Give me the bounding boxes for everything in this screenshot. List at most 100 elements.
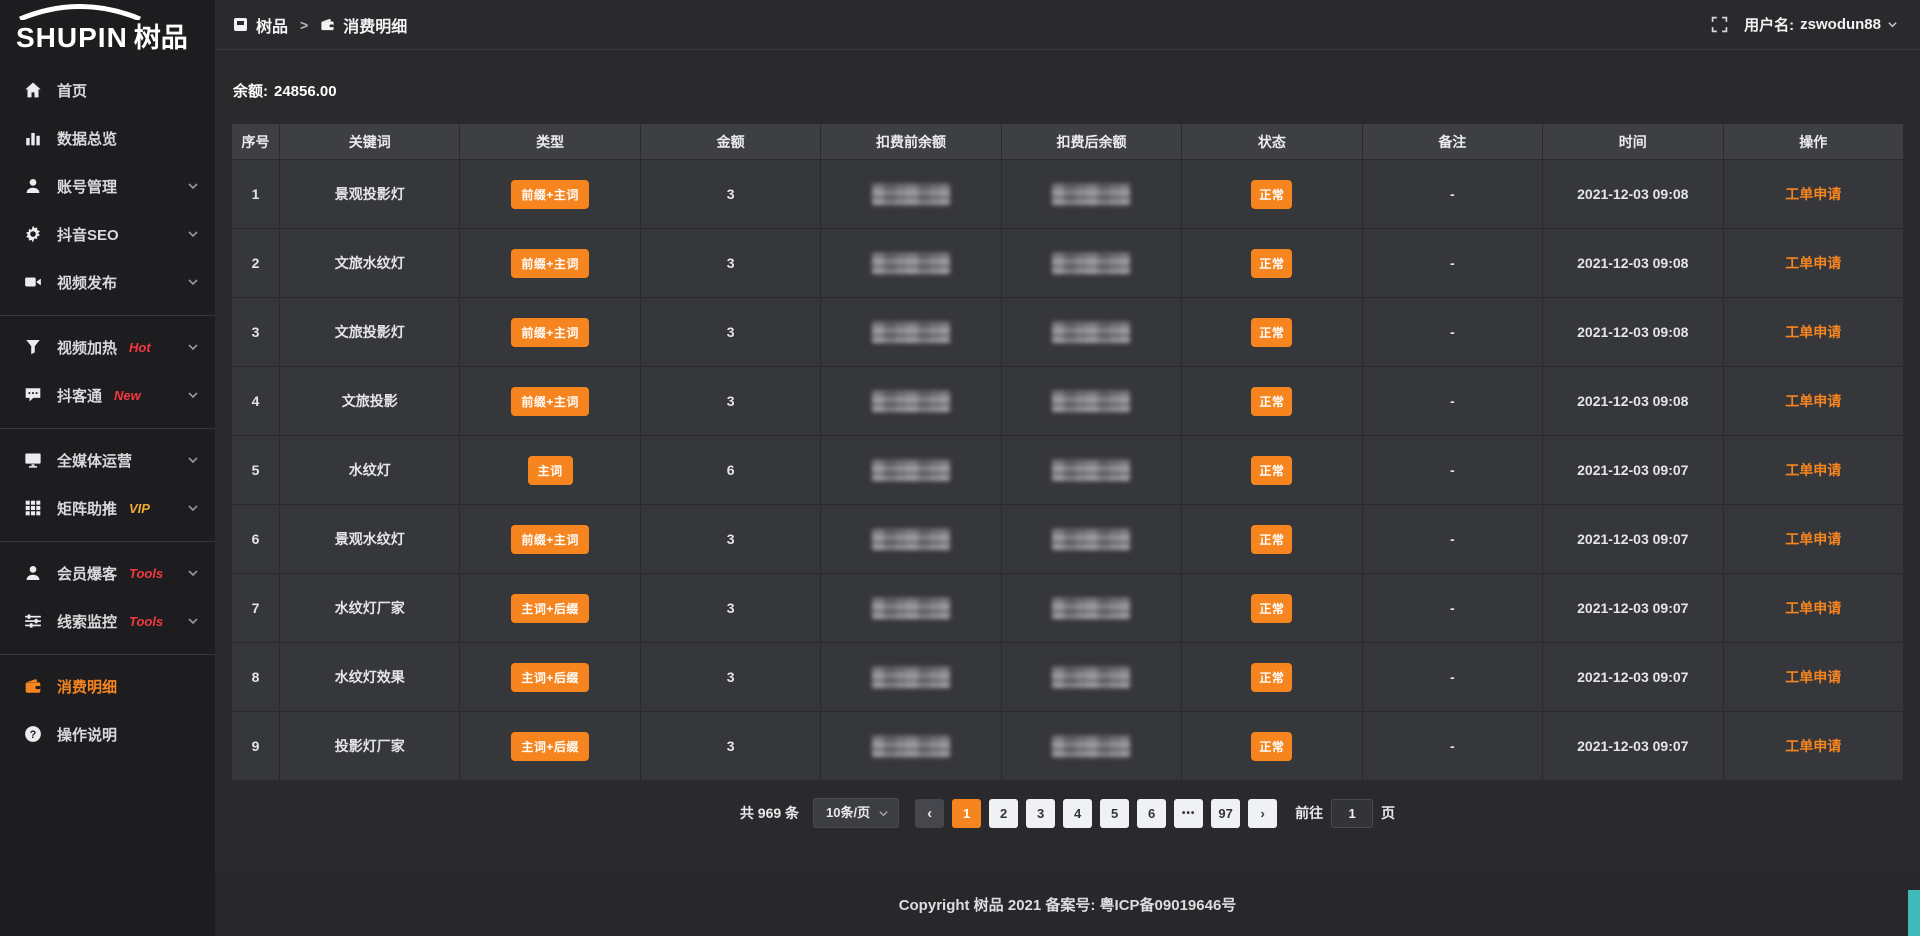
cell-status: 正常 bbox=[1182, 643, 1362, 712]
sidebar-item-data-overview[interactable]: 数据总览 bbox=[0, 114, 215, 162]
cell-amount: 3 bbox=[640, 505, 820, 574]
cell-time: 2021-12-03 09:07 bbox=[1543, 436, 1723, 505]
cell-status: 正常 bbox=[1182, 436, 1362, 505]
sidebar-item-clue-monitor[interactable]: 线索监控Tools bbox=[0, 597, 215, 645]
chat-icon bbox=[24, 386, 42, 404]
monitor-icon bbox=[24, 451, 42, 469]
sidebar-item-douketong[interactable]: 抖客通New bbox=[0, 371, 215, 419]
work-order-link[interactable]: 工单申请 bbox=[1785, 738, 1841, 754]
sidebar-item-video-publish[interactable]: 视频发布 bbox=[0, 258, 215, 306]
brand-logo[interactable]: SHUPIN树品 bbox=[0, 0, 215, 60]
page-size-select[interactable]: 10条/页 bbox=[813, 798, 899, 828]
column-header: 扣费后余额 bbox=[1001, 124, 1181, 160]
sidebar-item-video-heat[interactable]: 视频加热Hot bbox=[0, 323, 215, 371]
page-button-1[interactable]: 1 bbox=[952, 799, 981, 828]
sidebar-item-operation-guide[interactable]: ?操作说明 bbox=[0, 710, 215, 758]
page-button-6[interactable]: 6 bbox=[1137, 799, 1166, 828]
cell-index: 6 bbox=[232, 505, 280, 574]
cell-action: 工单申请 bbox=[1723, 505, 1904, 574]
work-order-link[interactable]: 工单申请 bbox=[1785, 600, 1841, 616]
user-menu[interactable]: 用户名: zswodun88 bbox=[1744, 14, 1898, 35]
cell-post-balance bbox=[1001, 229, 1181, 298]
sidebar-item-label: 账号管理 bbox=[57, 176, 117, 197]
work-order-link[interactable]: 工单申请 bbox=[1785, 462, 1841, 478]
column-header: 金额 bbox=[640, 124, 820, 160]
topbar: 树品 > 消费明细 用户名: zswodun88 bbox=[215, 0, 1920, 50]
cell-index: 8 bbox=[232, 643, 280, 712]
cell-post-balance bbox=[1001, 505, 1181, 574]
cell-remark: - bbox=[1362, 160, 1542, 229]
status-badge: 正常 bbox=[1251, 732, 1292, 761]
cell-post-balance bbox=[1001, 712, 1181, 781]
page-ellipsis-button[interactable]: ••• bbox=[1174, 799, 1203, 828]
page-number-list: 123456 ••• 97 bbox=[952, 799, 1240, 828]
cell-time: 2021-12-03 09:07 bbox=[1543, 574, 1723, 643]
masked-balance bbox=[872, 460, 950, 481]
work-order-link[interactable]: 工单申请 bbox=[1785, 324, 1841, 340]
column-header: 操作 bbox=[1723, 124, 1904, 160]
work-order-link[interactable]: 工单申请 bbox=[1785, 669, 1841, 685]
cell-keyword: 投影灯厂家 bbox=[280, 712, 460, 781]
goto-page-input[interactable] bbox=[1331, 799, 1373, 828]
cell-type: 主词+后缀 bbox=[460, 643, 640, 712]
table-row: 8水纹灯效果主词+后缀3正常-2021-12-03 09:07工单申请 bbox=[232, 643, 1904, 712]
work-order-link[interactable]: 工单申请 bbox=[1785, 255, 1841, 271]
next-page-button[interactable]: › bbox=[1248, 799, 1277, 828]
page-button-97[interactable]: 97 bbox=[1211, 799, 1240, 828]
sidebar-item-douyin-seo[interactable]: 抖音SEO bbox=[0, 210, 215, 258]
cell-keyword: 水纹灯效果 bbox=[280, 643, 460, 712]
dashboard-mini-icon bbox=[233, 17, 248, 32]
username-label: 用户名: bbox=[1744, 14, 1794, 35]
cell-amount: 3 bbox=[640, 229, 820, 298]
cell-remark: - bbox=[1362, 712, 1542, 781]
cell-time: 2021-12-03 09:07 bbox=[1543, 505, 1723, 574]
sidebar-item-all-media-operation[interactable]: 全媒体运营 bbox=[0, 436, 215, 484]
cell-time: 2021-12-03 09:08 bbox=[1543, 298, 1723, 367]
cell-keyword: 景观投影灯 bbox=[280, 160, 460, 229]
cell-action: 工单申请 bbox=[1723, 367, 1904, 436]
work-order-link[interactable]: 工单申请 bbox=[1785, 393, 1841, 409]
balance-label: 余额: bbox=[233, 83, 268, 100]
table-row: 4文旅投影前缀+主词3正常-2021-12-03 09:08工单申请 bbox=[232, 367, 1904, 436]
sidebar-item-account-manage[interactable]: 账号管理 bbox=[0, 162, 215, 210]
sidebar-item-label: 会员爆客 bbox=[57, 563, 117, 584]
status-badge: 正常 bbox=[1251, 318, 1292, 347]
sliders-icon bbox=[24, 612, 42, 630]
svg-text:?: ? bbox=[30, 729, 37, 741]
sidebar-item-home[interactable]: 首页 bbox=[0, 66, 215, 114]
prev-page-button[interactable]: ‹ bbox=[915, 799, 944, 828]
logo-text-en: SHUPIN bbox=[16, 22, 128, 53]
status-badge: 正常 bbox=[1251, 387, 1292, 416]
cell-post-balance bbox=[1001, 367, 1181, 436]
fullscreen-icon[interactable] bbox=[1711, 16, 1728, 33]
sidebar-item-label: 线索监控 bbox=[57, 611, 117, 632]
column-header: 关键词 bbox=[280, 124, 460, 160]
pagination: 共 969 条 10条/页 ‹ 123456•••97 › 前往 页 bbox=[231, 798, 1904, 828]
cell-post-balance bbox=[1001, 298, 1181, 367]
cell-time: 2021-12-03 09:07 bbox=[1543, 712, 1723, 781]
page-button-4[interactable]: 4 bbox=[1063, 799, 1092, 828]
wallet-icon bbox=[24, 677, 42, 695]
page-button-5[interactable]: 5 bbox=[1100, 799, 1129, 828]
page-button-3[interactable]: 3 bbox=[1026, 799, 1055, 828]
heat-icon bbox=[24, 338, 42, 356]
work-order-link[interactable]: 工单申请 bbox=[1785, 531, 1841, 547]
status-badge: 正常 bbox=[1251, 594, 1292, 623]
status-badge: 正常 bbox=[1251, 180, 1292, 209]
page-button-2[interactable]: 2 bbox=[989, 799, 1018, 828]
sidebar-item-consumption-detail[interactable]: 消费明细 bbox=[0, 662, 215, 710]
cell-pre-balance bbox=[821, 436, 1001, 505]
sidebar-item-tag: Tools bbox=[129, 566, 163, 581]
teal-edge-widget[interactable] bbox=[1908, 890, 1920, 936]
cell-remark: - bbox=[1362, 229, 1542, 298]
table-row: 1景观投影灯前缀+主词3正常-2021-12-03 09:08工单申请 bbox=[232, 160, 1904, 229]
sidebar-item-label: 数据总览 bbox=[57, 128, 117, 149]
column-header: 扣费前余额 bbox=[821, 124, 1001, 160]
work-order-link[interactable]: 工单申请 bbox=[1785, 186, 1841, 202]
breadcrumb-root[interactable]: 树品 bbox=[256, 13, 288, 37]
masked-balance bbox=[1052, 322, 1130, 343]
sidebar-item-matrix-boost[interactable]: 矩阵助推VIP bbox=[0, 484, 215, 532]
table-header-row: 序号关键词类型金额扣费前余额扣费后余额状态备注时间操作 bbox=[232, 124, 1904, 160]
sidebar-item-member-baoke[interactable]: 会员爆客 Tools bbox=[0, 549, 215, 597]
column-header: 序号 bbox=[232, 124, 280, 160]
